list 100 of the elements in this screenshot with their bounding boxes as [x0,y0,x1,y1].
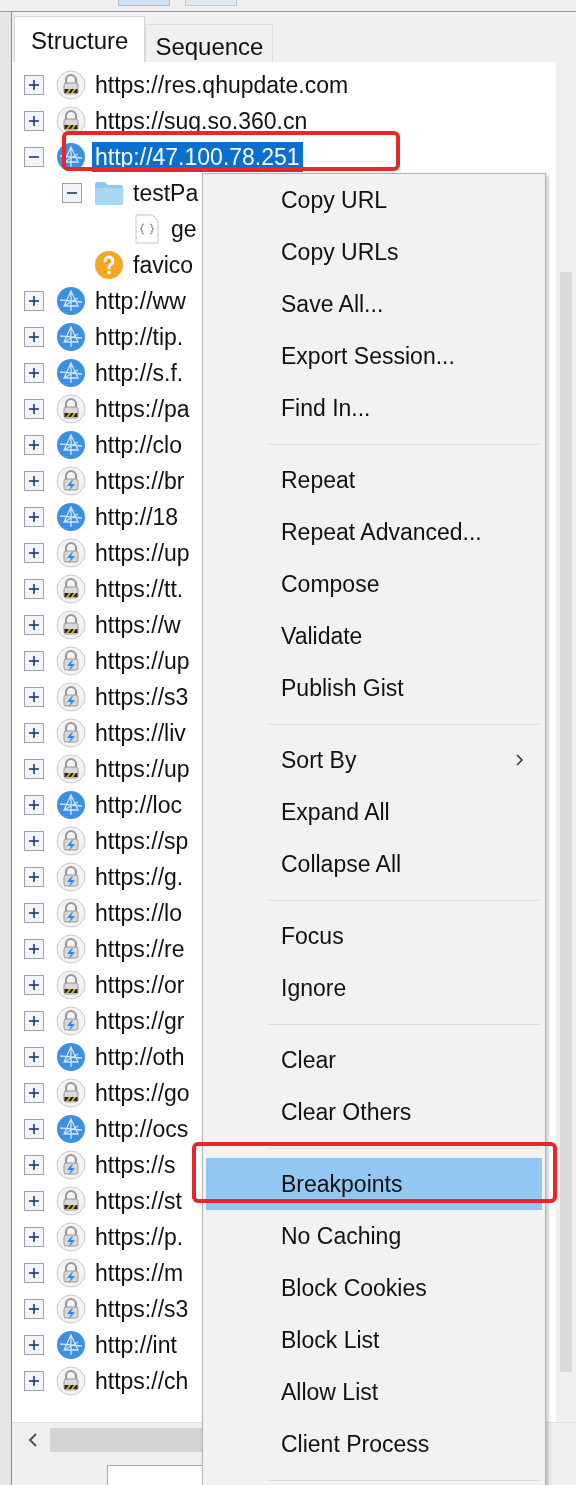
tree-item-label[interactable]: testPa [130,178,202,208]
tree-item-label[interactable]: https://up [92,646,193,676]
tree-item-label[interactable]: https://sug.so.360.cn [92,106,311,136]
collapse-toggle-icon[interactable] [62,183,82,203]
menu-item[interactable]: Allow List [206,1366,542,1418]
tree-item-label[interactable]: https://liv [92,718,189,748]
expand-toggle-icon[interactable] [24,543,44,563]
expand-toggle-icon[interactable] [24,795,44,815]
tree-item-label[interactable]: https://pa [92,394,193,424]
tree-item-label[interactable]: ge [168,214,200,244]
menu-item[interactable]: Focus [206,910,542,962]
expand-toggle-icon[interactable] [24,507,44,527]
expand-toggle-icon[interactable] [24,1371,44,1391]
tree-item-label[interactable]: favico [130,250,197,280]
expand-toggle-icon[interactable] [24,1191,44,1211]
menu-item[interactable]: Collapse All [206,838,542,890]
tree-item-label[interactable]: https://up [92,538,193,568]
expand-toggle-icon[interactable] [24,1155,44,1175]
menu-item[interactable]: Clear Others [206,1086,542,1138]
expand-toggle-icon[interactable] [24,1227,44,1247]
expand-toggle-icon[interactable] [24,75,44,95]
menu-item[interactable]: Sort By [206,734,542,786]
tree-item-label[interactable]: https://m [92,1258,187,1288]
menu-item[interactable]: Repeat Advanced... [206,506,542,558]
tab[interactable]: Sequence [145,24,274,62]
scroll-left-icon[interactable] [26,1431,40,1448]
menu-item[interactable]: Client Process [206,1418,542,1470]
menu-item[interactable]: No Caching [206,1210,542,1262]
expand-toggle-icon[interactable] [24,471,44,491]
menu-item[interactable]: Clear [206,1034,542,1086]
tree-item-label[interactable]: https://lo [92,898,185,928]
expand-toggle-icon[interactable] [24,903,44,923]
tree-item-label[interactable]: http://loc [92,790,185,820]
menu-item[interactable]: Copy URLs [206,226,542,278]
tree-item-label[interactable]: https://br [92,466,188,496]
expand-toggle-icon[interactable] [24,1299,44,1319]
menu-item[interactable]: Block Cookies [206,1262,542,1314]
menu-item[interactable]: Repeat [206,454,542,506]
tree-item-label[interactable]: http://18 [92,502,182,532]
menu-item[interactable]: Compose [206,558,542,610]
tree-item-label[interactable]: http://oth [92,1042,188,1072]
expand-toggle-icon[interactable] [24,975,44,995]
tree-item-label[interactable]: http://tip. [92,322,187,352]
tree-item-label[interactable]: https://s [92,1150,179,1180]
tab[interactable]: Structure [14,16,146,62]
padlock-lightning-icon [56,466,86,496]
expand-toggle-icon[interactable] [24,1011,44,1031]
tree-item-label[interactable]: http://ww [92,286,189,316]
menu-item[interactable]: Publish Gist [206,662,542,714]
tree-item-label[interactable]: https://go [92,1078,193,1108]
expand-toggle-icon[interactable] [24,1335,44,1355]
menu-item[interactable]: Block List [206,1314,542,1366]
menu-item[interactable]: Find In... [206,382,542,434]
expand-toggle-icon[interactable] [24,1119,44,1139]
expand-toggle-icon[interactable] [24,327,44,347]
expand-toggle-icon[interactable] [24,723,44,743]
tree-item-label[interactable]: http://int [92,1330,180,1360]
menu-item[interactable]: Validate [206,610,542,662]
tree-item-label[interactable]: http://s.f. [92,358,187,388]
expand-toggle-icon[interactable] [24,831,44,851]
tree-item-label[interactable]: https://up [92,754,193,784]
tree-item-label[interactable]: https://st [92,1186,185,1216]
expand-toggle-icon[interactable] [24,939,44,959]
expand-toggle-icon[interactable] [24,399,44,419]
expand-toggle-icon[interactable] [24,435,44,455]
menu-item[interactable]: Copy URL [206,174,542,226]
expand-toggle-icon[interactable] [24,579,44,599]
globe-icon [56,286,86,316]
expand-toggle-icon[interactable] [24,867,44,887]
expand-toggle-icon[interactable] [24,363,44,383]
expand-toggle-icon[interactable] [24,291,44,311]
tree-item-label[interactable]: https://p. [92,1222,187,1252]
tree-item-label[interactable]: http://clo [92,430,185,460]
expand-toggle-icon[interactable] [24,111,44,131]
tree-item-label[interactable]: https://sp [92,826,192,856]
expand-toggle-icon[interactable] [24,687,44,707]
tree-item-label[interactable]: https://s3 [92,1294,192,1324]
expand-toggle-icon[interactable] [24,651,44,671]
expand-toggle-icon[interactable] [24,1083,44,1103]
tree-item-label[interactable]: https://w [92,610,184,640]
menu-item[interactable]: Save All... [206,278,542,330]
collapse-toggle-icon[interactable] [24,147,44,167]
menu-item[interactable]: Expand All [206,786,542,838]
tree-item-label[interactable]: https://ch [92,1366,192,1396]
tree-item-label[interactable]: http://ocs [92,1114,192,1144]
tree-item-label[interactable]: https://gr [92,1006,188,1036]
expand-toggle-icon[interactable] [24,1263,44,1283]
tree-item-label[interactable]: https://s3 [92,682,192,712]
expand-toggle-icon[interactable] [24,759,44,779]
expand-toggle-icon[interactable] [24,1047,44,1067]
tree-item-label[interactable]: https://re [92,934,188,964]
menu-item[interactable]: Breakpoints [206,1158,542,1210]
tree-item-label[interactable]: https://res.qhupdate.com [92,70,352,100]
tree-item-label[interactable]: https://g. [92,862,187,892]
menu-item[interactable]: Ignore [206,962,542,1014]
padlock-icon [56,610,86,640]
expand-toggle-icon[interactable] [24,615,44,635]
tree-item-label[interactable]: https://or [92,970,188,1000]
tree-item-label[interactable]: https://tt. [92,574,187,604]
menu-item[interactable]: Export Session... [206,330,542,382]
